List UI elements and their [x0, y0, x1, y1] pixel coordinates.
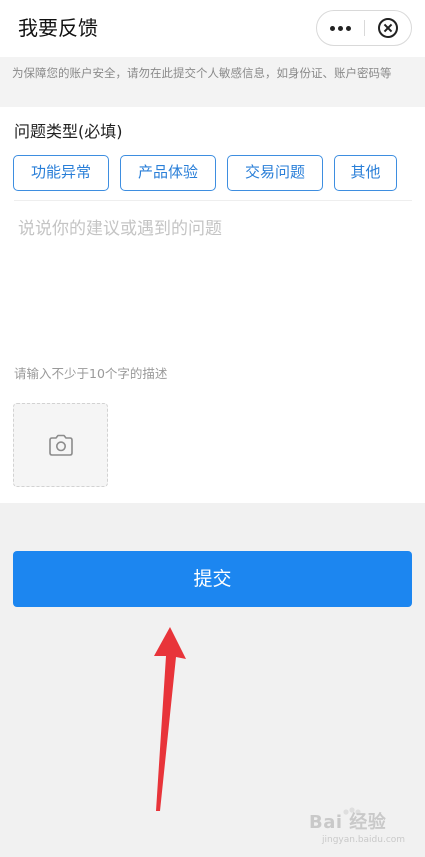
- annotation-arrow-icon: [154, 627, 186, 811]
- more-dots-icon[interactable]: [317, 11, 364, 45]
- divider: [14, 200, 412, 201]
- privacy-notice: 为保障您的账户安全，请勿在此提交个人敏感信息，如身份证、账户密码等: [0, 57, 425, 107]
- close-circle-icon[interactable]: [365, 11, 411, 45]
- mini-program-capsule: [316, 10, 412, 46]
- type-button-other[interactable]: 其他: [334, 155, 397, 191]
- watermark-text: Bai 经验: [309, 812, 387, 833]
- camera-icon: [49, 434, 73, 456]
- image-upload-button[interactable]: [13, 403, 108, 487]
- type-button-product-experience[interactable]: 产品体验: [120, 155, 216, 191]
- privacy-notice-text: 为保障您的账户安全，请勿在此提交个人敏感信息，如身份证、账户密码等: [12, 66, 392, 80]
- type-button-transaction-issue[interactable]: 交易问题: [227, 155, 323, 191]
- description-input[interactable]: [14, 209, 412, 349]
- watermark-subtext: jingyan.baidu.com: [322, 835, 406, 845]
- type-button-function-error[interactable]: 功能异常: [13, 155, 109, 191]
- header-bar: 我要反馈: [0, 0, 425, 57]
- page-title: 我要反馈: [18, 16, 98, 40]
- feedback-form: 问题类型(必填) 功能异常 产品体验 交易问题 其他 请输入不少于10个字的描述: [0, 107, 425, 503]
- issue-type-label: 问题类型(必填): [14, 122, 123, 141]
- submit-button[interactable]: 提交: [13, 551, 412, 607]
- min-length-hint: 请输入不少于10个字的描述: [14, 366, 168, 381]
